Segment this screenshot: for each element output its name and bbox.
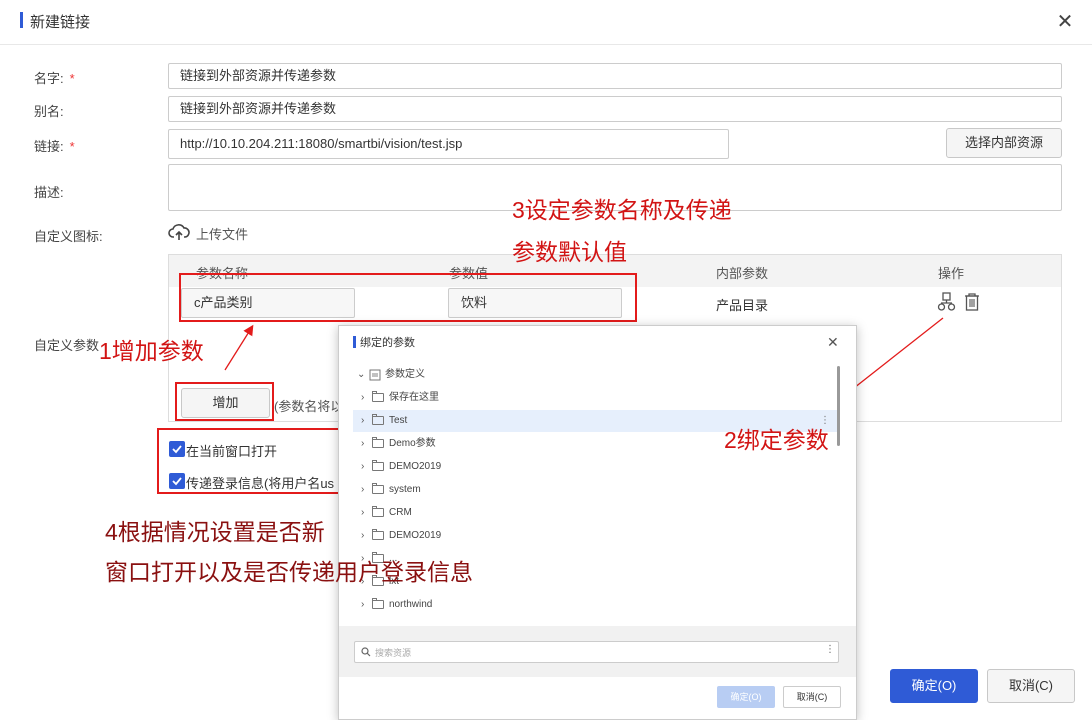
folder-icon: [372, 437, 384, 448]
param-hint-text: (参数名将以: [274, 399, 344, 414]
tree-root-label: 参数定义: [385, 369, 425, 380]
annotation-step2: 2绑定参数: [724, 427, 829, 453]
choose-internal-resource-button[interactable]: 选择内部资源: [946, 128, 1062, 158]
tree-item-label: system: [389, 484, 421, 495]
alias-label: 别名:: [34, 104, 64, 119]
name-input[interactable]: 链接到外部资源并传递参数: [168, 63, 1062, 89]
annotation-step3-line1: 3设定参数名称及传递: [512, 197, 732, 223]
link-label: 链接: *: [34, 139, 75, 154]
tree-item-label: CRM: [389, 507, 412, 518]
dialog-title-accent: [353, 336, 356, 348]
tree-item-label: 保存在这里: [389, 392, 439, 403]
annotation-box-add: [175, 382, 274, 421]
custom-icon-label: 自定义图标:: [34, 229, 103, 244]
folder-icon: [372, 460, 384, 471]
close-icon[interactable]: ✕: [1055, 12, 1075, 32]
tree-root[interactable]: ⌄ 参数定义: [353, 364, 837, 386]
tree-item[interactable]: › DEMO2019: [353, 525, 837, 547]
folder-icon: [372, 414, 384, 425]
dialog-title: 绑定的参数: [360, 337, 415, 349]
tree-item-label: northwind: [389, 599, 433, 610]
folder-icon: [372, 391, 384, 402]
upload-file-label: 上传文件: [196, 227, 249, 242]
annotation-step4-line1: 4根据情况设置是否新: [105, 519, 325, 545]
param-definition-icon: [369, 369, 381, 381]
search-more-icon[interactable]: ⋮: [825, 644, 835, 655]
cancel-button[interactable]: 取消(C): [987, 669, 1075, 703]
required-mark: *: [69, 139, 75, 154]
annotation-step3-line2: 参数默认值: [512, 239, 627, 265]
title-accent-bar: [20, 12, 23, 28]
internal-param-value: 产品目录: [716, 298, 769, 313]
folder-icon: [372, 483, 384, 494]
name-label: 名字: *: [34, 71, 75, 86]
annotation-step4-line2: 窗口打开以及是否传递用户登录信息: [105, 559, 473, 585]
tree-item[interactable]: › DEMO2019: [353, 456, 837, 478]
dialog-cancel-button[interactable]: 取消(C): [783, 686, 841, 708]
dialog-ok-button[interactable]: 确定(O): [717, 686, 775, 708]
dialog-close-icon[interactable]: ✕: [827, 334, 839, 351]
tree-item-label: Test: [389, 415, 408, 426]
tree-item[interactable]: › CRM: [353, 502, 837, 524]
col-actions: 操作: [938, 266, 965, 281]
annotation-box-params: [179, 273, 637, 322]
tree-item-label: DEMO2019: [389, 530, 442, 541]
tree-item[interactable]: › northwind: [353, 594, 837, 616]
tree-scrollbar[interactable]: [837, 366, 840, 446]
col-internal-param: 内部参数: [716, 266, 769, 281]
tree-item[interactable]: › system: [353, 479, 837, 501]
tree-item-label: DEMO2019: [389, 461, 442, 472]
link-input[interactable]: http://10.10.204.211:18080/smartbi/visio…: [168, 129, 729, 159]
description-label: 描述:: [34, 185, 64, 200]
annotation-box-checkboxes: [157, 428, 340, 494]
search-input[interactable]: 搜索资源 ⋮: [354, 641, 839, 663]
trash-icon[interactable]: [964, 293, 980, 311]
folder-icon: [372, 529, 384, 540]
tree-item-label: Demo参数: [389, 438, 436, 449]
required-mark: *: [69, 71, 75, 86]
folder-icon: [372, 506, 384, 517]
bind-param-dialog: 绑定的参数 ✕ ⌄ 参数定义 › 保存在这里 › Test ⋮ › Demo参数 › DE…: [338, 325, 857, 720]
alias-input[interactable]: 链接到外部资源并传递参数: [168, 96, 1062, 122]
folder-icon: [372, 598, 384, 609]
search-placeholder: 搜索资源: [375, 648, 412, 658]
ok-button[interactable]: 确定(O): [890, 669, 978, 703]
custom-params-label: 自定义参数: [34, 338, 100, 353]
window-title: 新建链接: [30, 14, 91, 31]
tree-item[interactable]: › 保存在这里: [353, 387, 837, 409]
window-header: 新建链接 ✕: [0, 0, 1092, 45]
bind-param-icon[interactable]: [937, 292, 957, 312]
cloud-upload-icon: [168, 224, 190, 240]
annotation-step1: 1增加参数: [99, 338, 204, 364]
search-icon: [361, 647, 371, 657]
